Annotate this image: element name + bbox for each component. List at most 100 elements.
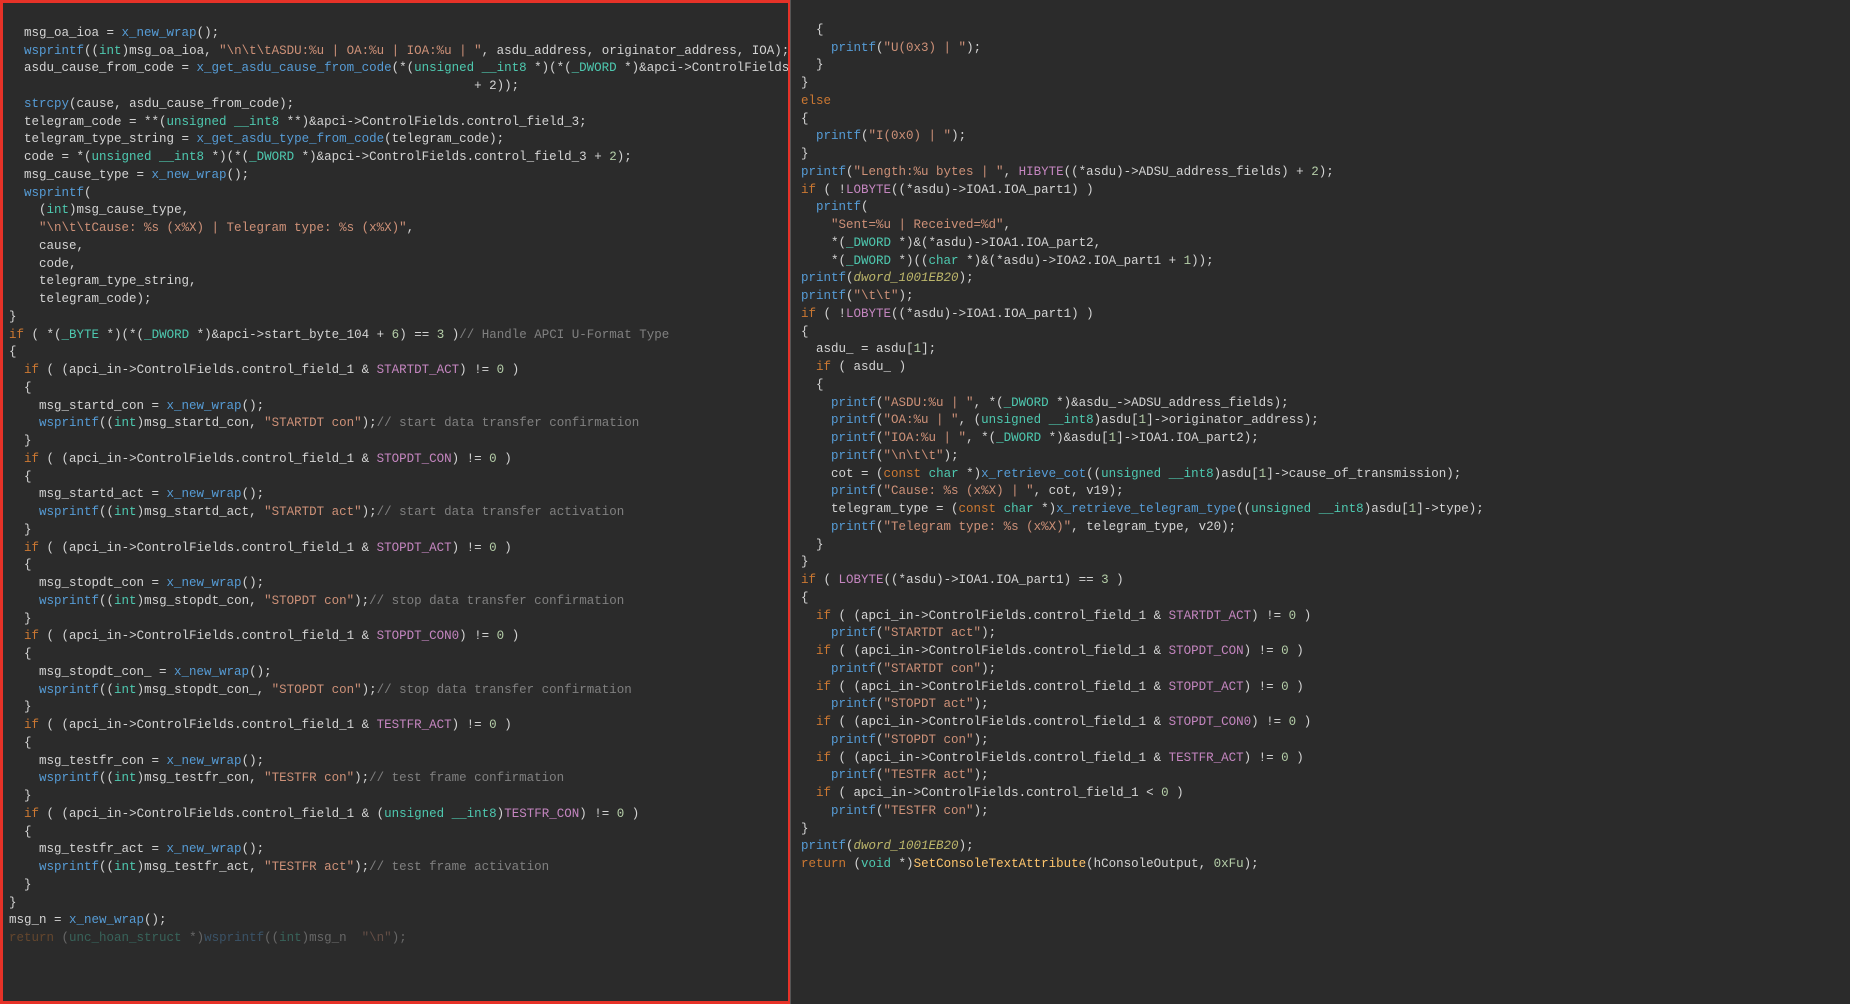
code-line: } <box>801 76 809 90</box>
code-line: if ( (apci_in->ControlFields.control_fie… <box>801 680 1304 694</box>
code-line: { <box>9 647 32 661</box>
code-line: printf("IOA:%u | ", *(_DWORD *)&asdu[1]-… <box>801 431 1259 445</box>
code-line: asdu_ = asdu[1]; <box>801 342 936 356</box>
code-line: } <box>9 789 32 803</box>
code-line: strcpy(cause, asdu_cause_from_code); <box>9 97 294 111</box>
code-line: telegram_type = (const char *)x_retrieve… <box>801 502 1484 516</box>
code-line: printf("STOPDT act"); <box>801 697 989 711</box>
code-line: printf("\n\t\t"); <box>801 449 959 463</box>
left-code-pane[interactable]: msg_oa_ioa = x_new_wrap(); wsprintf((int… <box>0 0 790 1004</box>
code-line: *(_DWORD *)&(*asdu)->IOA1.IOA_part2, <box>801 236 1101 250</box>
code-line: printf("I(0x0) | "); <box>801 129 966 143</box>
code-line: msg_oa_ioa = x_new_wrap(); <box>9 26 219 40</box>
code-line: } <box>9 310 17 324</box>
code-line: wsprintf((int)msg_testfr_con, "TESTFR co… <box>9 771 564 785</box>
code-line: if ( *(_BYTE *)(*(_DWORD *)&apci->start_… <box>9 328 669 342</box>
code-line: msg_n = x_new_wrap(); <box>9 913 167 927</box>
code-line: printf("\t\t"); <box>801 289 914 303</box>
code-line: printf(dword_1001EB20); <box>801 839 974 853</box>
code-line: wsprintf((int)msg_stopdt_con_, "STOPDT c… <box>9 683 632 697</box>
code-line: if ( (apci_in->ControlFields.control_fie… <box>9 541 512 555</box>
code-line: if ( (apci_in->ControlFields.control_fie… <box>9 807 639 821</box>
code-line: wsprintf( <box>9 186 92 200</box>
code-line: { <box>801 591 809 605</box>
code-line: { <box>9 558 32 572</box>
code-line: "\n\t\tCause: %s (x%X) | Telegram type: … <box>9 221 414 235</box>
right-code-pane[interactable]: { printf("U(0x3) | "); } } else { printf… <box>790 0 1850 1004</box>
code-line: if ( (apci_in->ControlFields.control_fie… <box>801 751 1304 765</box>
code-line: printf("OA:%u | ", (unsigned __int8)asdu… <box>801 413 1319 427</box>
code-line: msg_startd_act = x_new_wrap(); <box>9 487 264 501</box>
code-line: { <box>801 23 824 37</box>
code-line: telegram_code = **(unsigned __int8 **)&a… <box>9 115 587 129</box>
code-line: return (unc_hoan_struct *)wsprintf((int)… <box>9 931 407 945</box>
code-line: telegram_type_string = x_get_asdu_type_f… <box>9 132 504 146</box>
code-line: printf("STARTDT act"); <box>801 626 996 640</box>
code-line: } <box>9 878 32 892</box>
code-line: { <box>801 378 824 392</box>
code-line: msg_cause_type = x_new_wrap(); <box>9 168 249 182</box>
code-line: if ( LOBYTE((*asdu)->IOA1.IOA_part1) == … <box>801 573 1124 587</box>
code-line: if ( !LOBYTE((*asdu)->IOA1.IOA_part1) ) <box>801 183 1094 197</box>
code-line: printf("STOPDT con"); <box>801 733 989 747</box>
code-line: code = *(unsigned __int8 *)(*(_DWORD *)&… <box>9 150 632 164</box>
code-line: } <box>801 555 809 569</box>
code-line: wsprintf((int)msg_startd_act, "STARTDT a… <box>9 505 624 519</box>
code-line: } <box>801 822 809 836</box>
code-line: if ( (apci_in->ControlFields.control_fie… <box>9 452 512 466</box>
code-line: if ( apci_in->ControlFields.control_fiel… <box>801 786 1184 800</box>
code-line: msg_testfr_con = x_new_wrap(); <box>9 754 264 768</box>
code-line: printf("ASDU:%u | ", *(_DWORD *)&asdu_->… <box>801 396 1289 410</box>
code-line: return (void *)SetConsoleTextAttribute(h… <box>801 857 1259 871</box>
code-line: } <box>9 896 17 910</box>
code-line: printf( <box>801 200 869 214</box>
code-line: msg_testfr_act = x_new_wrap(); <box>9 842 264 856</box>
code-line: if ( (apci_in->ControlFields.control_fie… <box>801 609 1311 623</box>
code-line: cot = (const char *)x_retrieve_cot((unsi… <box>801 467 1461 481</box>
code-line: else <box>801 94 831 108</box>
code-line: printf("TESTFR con"); <box>801 804 989 818</box>
code-line: printf(dword_1001EB20); <box>801 271 974 285</box>
code-line: printf("TESTFR act"); <box>801 768 989 782</box>
code-line: } <box>9 612 32 626</box>
code-line: if ( asdu_ ) <box>801 360 906 374</box>
code-line: { <box>9 825 32 839</box>
code-line: { <box>9 736 32 750</box>
code-line: } <box>9 523 32 537</box>
code-line: } <box>801 147 809 161</box>
code-line: if ( (apci_in->ControlFields.control_fie… <box>801 715 1311 729</box>
code-line: { <box>801 325 809 339</box>
code-line: msg_stopdt_con_ = x_new_wrap(); <box>9 665 272 679</box>
code-line: if ( (apci_in->ControlFields.control_fie… <box>9 718 512 732</box>
code-line: printf("U(0x3) | "); <box>801 41 981 55</box>
code-line: wsprintf((int)msg_stopdt_con, "STOPDT co… <box>9 594 624 608</box>
code-line: } <box>9 434 32 448</box>
code-line: "Sent=%u | Received=%d", <box>801 218 1011 232</box>
code-line: telegram_code); <box>9 292 152 306</box>
code-line: telegram_type_string, <box>9 274 197 288</box>
code-line: printf("Length:%u bytes | ", HIBYTE((*as… <box>801 165 1334 179</box>
code-line: { <box>9 345 17 359</box>
code-line: msg_stopdt_con = x_new_wrap(); <box>9 576 264 590</box>
code-line: printf("STARTDT con"); <box>801 662 996 676</box>
code-line: { <box>801 112 809 126</box>
code-line: wsprintf((int)msg_startd_con, "STARTDT c… <box>9 416 639 430</box>
code-line: wsprintf((int)msg_oa_ioa, "\n\t\tASDU:%u… <box>9 44 789 58</box>
code-line: + 2)); <box>9 79 519 93</box>
code-line: if ( (apci_in->ControlFields.control_fie… <box>801 644 1304 658</box>
code-line: asdu_cause_from_code = x_get_asdu_cause_… <box>9 61 790 75</box>
code-line: msg_startd_con = x_new_wrap(); <box>9 399 264 413</box>
code-line: *(_DWORD *)((char *)&(*asdu)->IOA2.IOA_p… <box>801 254 1214 268</box>
code-line: } <box>801 538 824 552</box>
code-line: (int)msg_cause_type, <box>9 203 189 217</box>
code-line: { <box>9 381 32 395</box>
code-line: wsprintf((int)msg_testfr_act, "TESTFR ac… <box>9 860 549 874</box>
code-line: } <box>801 58 824 72</box>
code-line: } <box>9 700 32 714</box>
code-line: printf("Cause: %s (x%X) | ", cot, v19); <box>801 484 1124 498</box>
code-line: if ( (apci_in->ControlFields.control_fie… <box>9 629 519 643</box>
code-line: if ( !LOBYTE((*asdu)->IOA1.IOA_part1) ) <box>801 307 1094 321</box>
code-line: code, <box>9 257 77 271</box>
code-line: printf("Telegram type: %s (x%X)", telegr… <box>801 520 1236 534</box>
code-line: { <box>9 470 32 484</box>
